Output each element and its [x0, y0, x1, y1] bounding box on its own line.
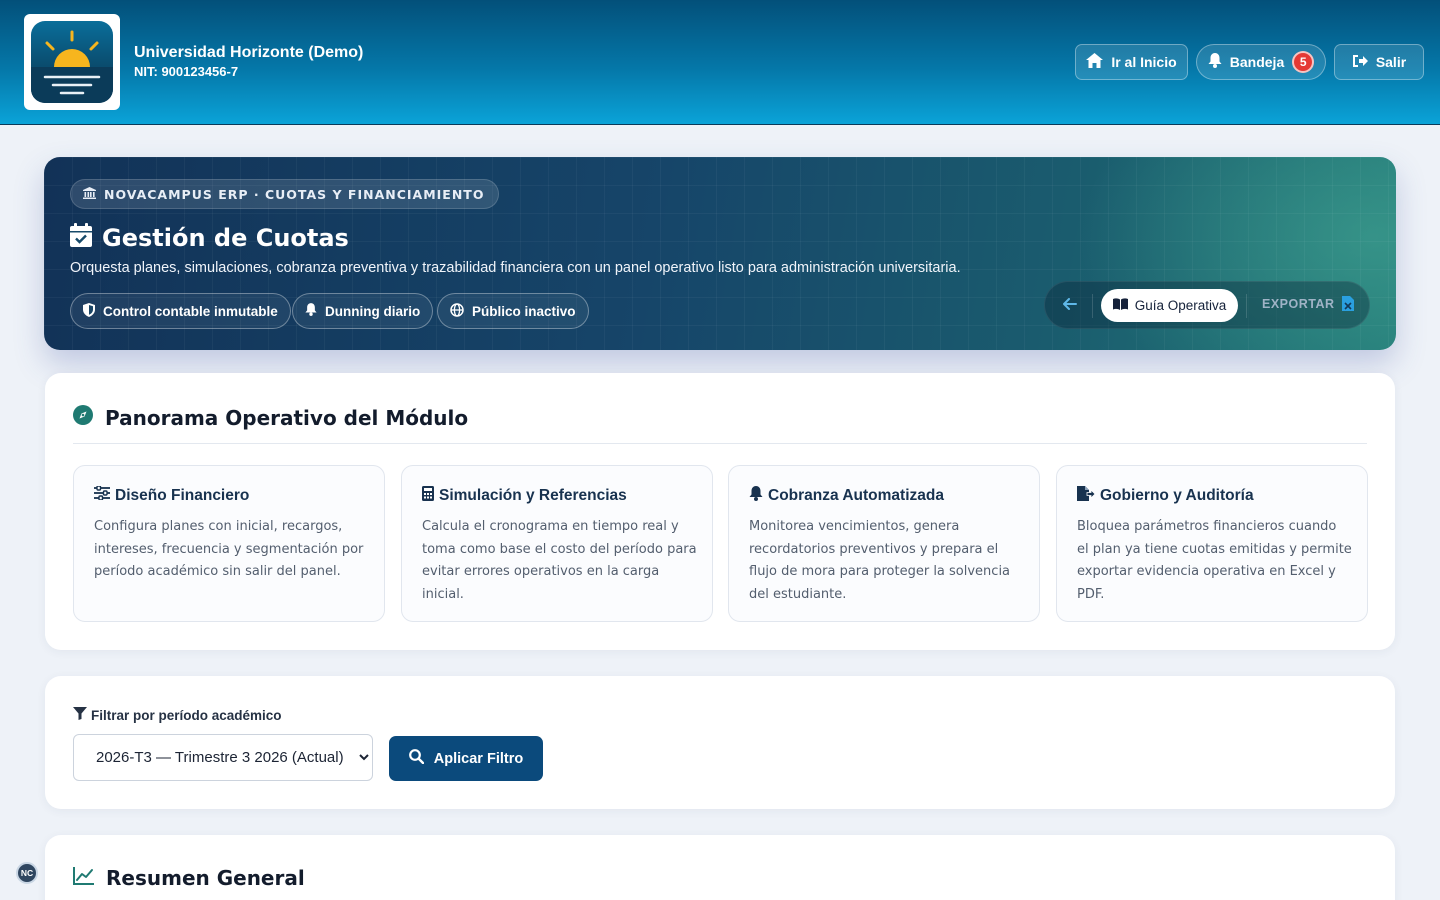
sliders-icon: [94, 485, 110, 505]
operational-guide-label: Guía Operativa: [1134, 298, 1227, 313]
chip-label: Control contable inmutable: [103, 303, 278, 319]
institution-nit: NIT: 900123456-7: [134, 64, 239, 79]
chip-dunning[interactable]: Dunning diario: [292, 293, 434, 329]
action-divider: [1092, 294, 1093, 318]
feature-description: Configura planes con inicial, recargos, …: [94, 519, 364, 579]
filter-label-text: Filtrar por período académico: [91, 707, 282, 723]
feature-title-text: Diseño Financiero: [115, 486, 250, 504]
chip-publico[interactable]: Público inactivo: [437, 293, 589, 329]
institution-name: Universidad Horizonte (Demo): [134, 44, 364, 61]
module-hero: NOVACAMPUS ERP · CUOTAS Y FINANCIAMIENTO…: [44, 157, 1396, 350]
apply-filter-label: Aplicar Filtro: [433, 750, 524, 767]
overview-title: Panorama Operativo del Módulo: [73, 405, 468, 430]
globe-icon: [450, 302, 464, 320]
page-title: Gestión de Cuotas: [70, 223, 349, 253]
book-open-icon: [1112, 298, 1128, 313]
inbox-count-badge: 5: [1292, 51, 1315, 73]
logout-button[interactable]: Salir: [1334, 44, 1424, 80]
sunrise-logo-icon: [31, 21, 113, 103]
overview-title-text: Panorama Operativo del Módulo: [105, 405, 469, 430]
hero-action-bar: Guía Operativa EXPORTAR: [1044, 281, 1370, 329]
inbox-button-label: Bandeja: [1229, 54, 1285, 70]
calendar-check-icon: [70, 223, 92, 253]
arrow-left-icon: [1063, 297, 1077, 315]
back-button[interactable]: [1055, 291, 1085, 321]
feature-title-text: Gobierno y Auditoría: [1100, 487, 1254, 504]
export-label: EXPORTAR: [1262, 297, 1335, 311]
feature-title: Simulación y Referencias: [422, 486, 627, 506]
filter-label: Filtrar por período académico: [73, 707, 282, 723]
top-bar: Universidad Horizonte (Demo) NIT: 900123…: [0, 0, 1440, 125]
file-export-icon: [1077, 486, 1096, 506]
home-icon: [1086, 53, 1104, 71]
chip-label: Público inactivo: [472, 303, 576, 319]
feature-title-text: Cobranza Automatizada: [768, 487, 944, 504]
line-chart-icon: [73, 866, 94, 890]
feature-title: Gobierno y Auditoría: [1077, 486, 1254, 506]
feature-description: Calcula el cronograma en tiempo real y t…: [422, 519, 697, 602]
feature-description: Monitorea vencimientos, genera recordato…: [749, 519, 1011, 602]
feature-card-collections: Cobranza Automatizada Monitorea vencimie…: [728, 465, 1040, 622]
bank-icon: [83, 186, 96, 202]
general-summary-card: Resumen General: [45, 835, 1395, 900]
calculator-icon: [422, 486, 434, 506]
page-description: Orquesta planes, simulaciones, cobranza …: [70, 260, 961, 276]
module-overview-card: Panorama Operativo del Módulo Diseño Fin…: [45, 373, 1395, 650]
feature-card-financial-design: Diseño Financiero Configura planes con i…: [73, 465, 385, 622]
filter-icon: [73, 707, 87, 723]
page-title-text: Gestión de Cuotas: [102, 224, 349, 252]
period-select[interactable]: 2026-T3 — Trimestre 3 2026 (Actual): [73, 734, 373, 781]
bell-icon: [1208, 53, 1222, 71]
search-icon: [408, 749, 424, 768]
apply-filter-button[interactable]: Aplicar Filtro: [389, 736, 543, 781]
home-button-label: Ir al Inicio: [1111, 54, 1177, 70]
inbox-button[interactable]: Bandeja 5: [1196, 44, 1326, 80]
module-breadcrumb-tag: NOVACAMPUS ERP · CUOTAS Y FINANCIAMIENTO: [70, 179, 500, 209]
bell-icon: [749, 486, 763, 506]
file-excel-icon: [1342, 296, 1354, 315]
institution-logo[interactable]: [24, 14, 120, 110]
logout-button-label: Salir: [1375, 54, 1407, 70]
feature-card-simulation: Simulación y Referencias Calcula el cron…: [401, 465, 713, 622]
overview-divider: [73, 443, 1367, 444]
feature-title: Cobranza Automatizada: [749, 486, 944, 506]
period-filter-card: Filtrar por período académico 2026-T3 — …: [45, 676, 1395, 809]
module-breadcrumb-text: NOVACAMPUS ERP · CUOTAS Y FINANCIAMIENTO: [104, 186, 485, 202]
logout-icon: [1352, 54, 1368, 71]
summary-title-text: Resumen General: [106, 866, 305, 890]
feature-card-governance: Gobierno y Auditoría Bloquea parámetros …: [1056, 465, 1368, 622]
summary-title: Resumen General: [73, 866, 305, 890]
export-excel-button[interactable]: [1342, 296, 1354, 316]
chip-control-contable[interactable]: Control contable inmutable: [70, 293, 291, 329]
compass-icon: [73, 405, 93, 430]
bell-icon: [305, 303, 317, 319]
home-button[interactable]: Ir al Inicio: [1075, 44, 1188, 80]
feature-title: Diseño Financiero: [94, 485, 250, 505]
nc-floating-badge[interactable]: NC: [16, 862, 38, 884]
chip-label: Dunning diario: [325, 303, 421, 319]
shield-icon: [83, 302, 95, 320]
feature-title-text: Simulación y Referencias: [439, 487, 627, 504]
action-divider: [1246, 294, 1247, 318]
feature-description: Bloquea parámetros financieros cuando el…: [1077, 519, 1352, 602]
operational-guide-button[interactable]: Guía Operativa: [1101, 289, 1238, 322]
